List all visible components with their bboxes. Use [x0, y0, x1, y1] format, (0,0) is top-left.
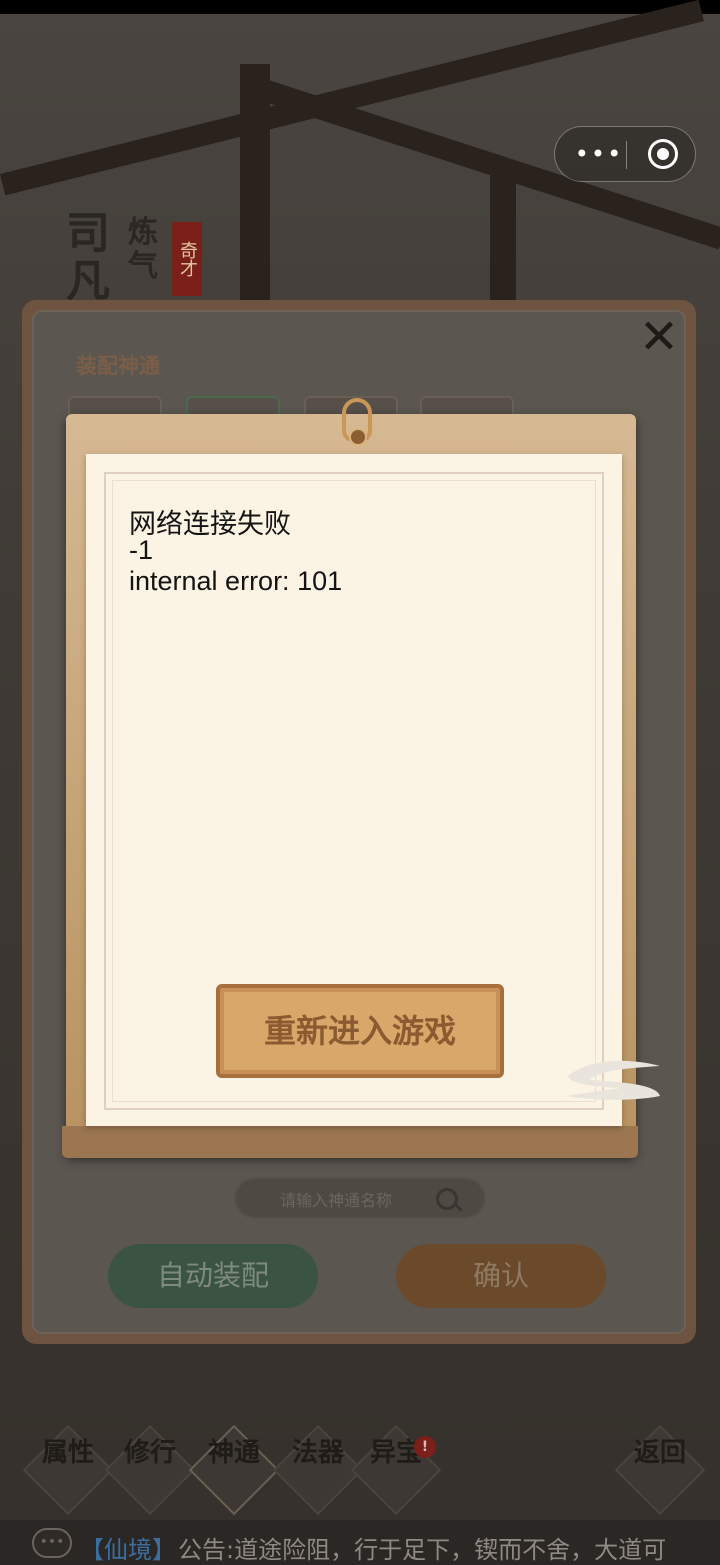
close-icon[interactable]: ✕: [634, 312, 684, 362]
announcement-channel: 【仙境】: [80, 1536, 176, 1564]
chat-icon[interactable]: •••: [32, 1528, 72, 1558]
roof-beam: [240, 64, 270, 324]
confirm-button[interactable]: 确认: [396, 1244, 606, 1308]
search-icon[interactable]: [436, 1188, 458, 1210]
search-placeholder: 请输入神通名称: [280, 1191, 393, 1210]
status-bar: [0, 0, 720, 14]
ring-pin-icon: [349, 428, 367, 446]
talent-seal: 奇才: [172, 222, 202, 296]
error-code: -1: [129, 535, 154, 565]
auto-equip-button[interactable]: 自动装配: [108, 1244, 318, 1308]
error-title: 网络连接失败: [129, 509, 291, 539]
character-name: 司凡: [66, 208, 110, 307]
realm-label: 炼气: [128, 215, 158, 284]
target-icon[interactable]: [648, 139, 678, 169]
panel-title: 装配神通: [76, 354, 160, 378]
dialog-board-edge: [62, 1126, 638, 1158]
nav-item-skills[interactable]: 神通: [202, 1438, 266, 1502]
more-button[interactable]: •••: [569, 139, 629, 169]
reenter-game-button[interactable]: 重新进入游戏: [216, 984, 504, 1078]
ink-brush-icon: [566, 1060, 660, 1100]
nav-item-artifacts[interactable]: 法器: [286, 1438, 350, 1502]
announcement-text: 公告:道途险阻，行于足下，锲而不舍，大道可: [178, 1536, 667, 1564]
nav-item-attributes[interactable]: 属性: [36, 1438, 100, 1502]
back-button[interactable]: 返回: [628, 1438, 692, 1502]
capsule-divider: [626, 141, 627, 169]
nav-item-cultivate[interactable]: 修行: [118, 1438, 182, 1502]
skill-search-input[interactable]: 请输入神通名称: [234, 1177, 486, 1219]
notification-badge: !: [414, 1436, 436, 1458]
reenter-game-label: 重新进入游戏: [263, 1012, 456, 1050]
error-detail: internal error: 101: [129, 566, 343, 596]
miniprogram-capsule: •••: [554, 126, 696, 182]
